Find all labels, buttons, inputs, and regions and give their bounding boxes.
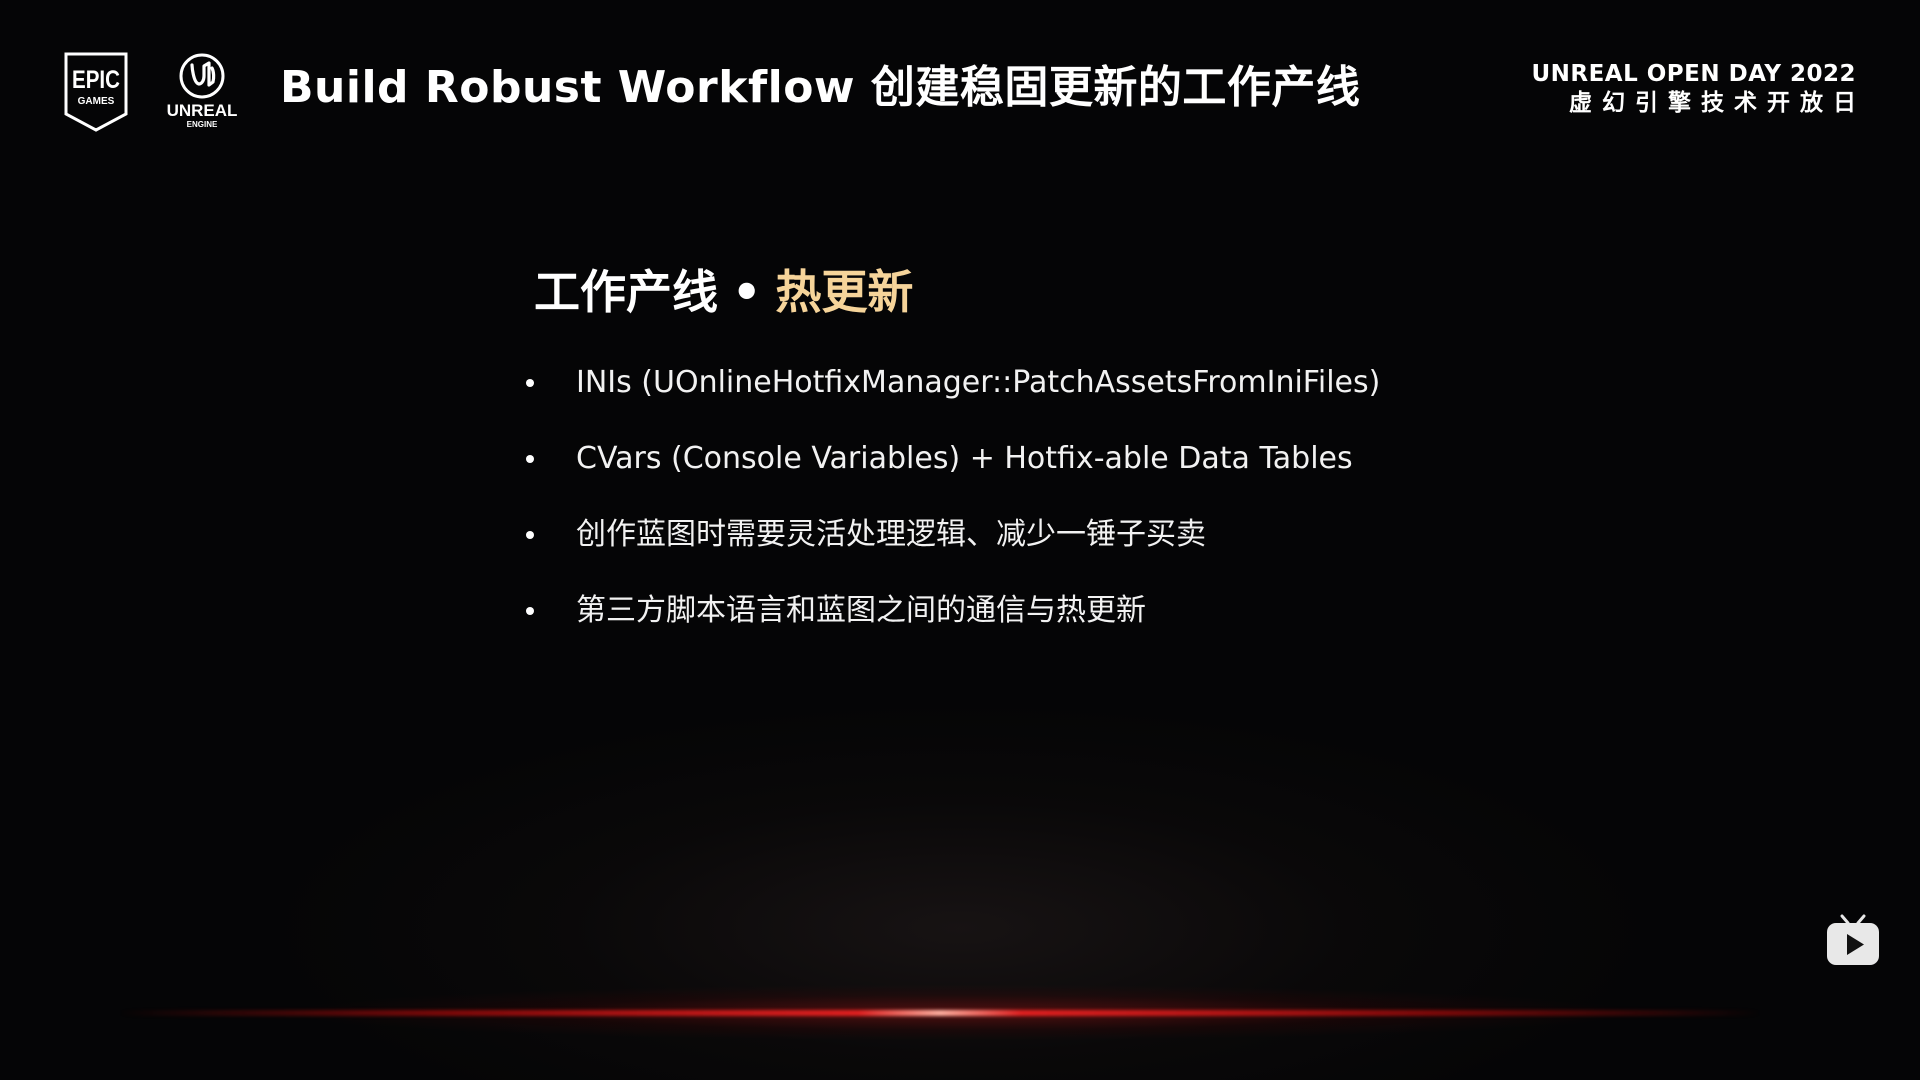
epic-games-logo: EPIC GAMES [64,52,128,132]
epic-logo-text: EPIC [72,66,120,94]
section-heading-accent: 热更新 [775,265,914,319]
bullet-text: CVars (Console Variables) + Hotfix-able … [576,441,1353,476]
event-name-en: UNREAL OPEN DAY 2022 [1531,61,1856,87]
tv-play-icon[interactable] [1824,912,1882,968]
section-heading-separator: • [732,265,762,319]
bullet-text: 第三方脚本语言和蓝图之间的通信与热更新 [576,593,1146,628]
bullet-text: INIs (UOnlineHotfixManager::PatchAssetsF… [576,365,1381,400]
section-heading-main: 工作产线 [534,265,718,319]
bullet-dot [526,455,534,463]
bullet-dot [526,607,534,615]
epic-logo-subtext: GAMES [78,96,115,107]
bullet-dot [526,379,534,387]
slide: EPIC GAMES UNREAL ENGINE Build Robust Wo… [0,0,1920,1080]
ue-logo-subtext: ENGINE [187,120,218,129]
red-accent-line [120,1010,1760,1016]
ue-logo-text: UNREAL [167,101,238,120]
slide-title: Build Robust Workflow 创建稳固更新的工作产线 [280,62,1361,113]
event-name-cn: 虚幻引擎技术开放日 [1569,90,1866,116]
bullet-text: 创作蓝图时需要灵活处理逻辑、减少一锤子买卖 [576,517,1206,552]
bullet-dot [526,531,534,539]
unreal-engine-logo: UNREAL ENGINE [167,53,238,129]
section-heading: 工作产线 • 热更新 [534,262,913,322]
event-name: UNREAL OPEN DAY 2022 虚幻引擎技术开放日 [1531,60,1856,118]
